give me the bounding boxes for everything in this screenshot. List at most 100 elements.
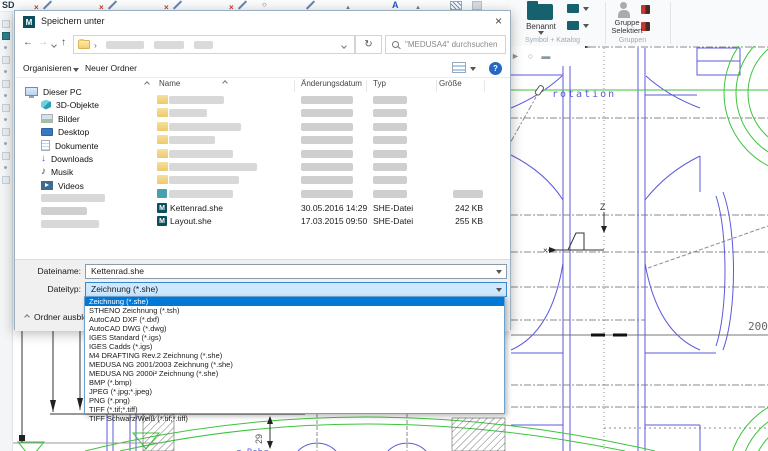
probe-tool-icon[interactable] (528, 51, 533, 61)
file-name: Kettenrad.she (170, 203, 223, 213)
sidebar-item-label: Bilder (58, 114, 80, 124)
select-tool-icon[interactable] (511, 51, 520, 61)
filetype-option[interactable]: AutoCAD DWG (*.dwg) (85, 324, 504, 333)
tool-icon[interactable] (2, 20, 10, 28)
circle-tool-icon[interactable] (262, 0, 267, 9)
tool-icon[interactable] (2, 68, 10, 76)
text-tool-icon[interactable] (392, 0, 399, 10)
sidebar-item-desktop[interactable]: Desktop (41, 125, 89, 138)
dialog-titlebar[interactable]: M Speichern unter × (15, 11, 510, 33)
filetype-option[interactable]: Zeichnung (*.she) (85, 297, 504, 306)
close-icon[interactable]: × (495, 14, 502, 28)
sidebar-item-videos[interactable]: Videos (41, 179, 84, 192)
blurred-row[interactable] (153, 107, 512, 120)
line-tool-icon[interactable] (306, 0, 315, 9)
group-selected-icon[interactable] (617, 2, 631, 18)
sidebar-item-music[interactable]: Musik (41, 165, 73, 178)
ruler-tool-icon[interactable] (541, 51, 550, 61)
blurred-row[interactable] (153, 148, 512, 161)
blurred-row[interactable] (153, 121, 512, 134)
breadcrumb[interactable]: › (73, 35, 355, 54)
search-box[interactable]: "MEDUSA4" durchsuchen (385, 35, 506, 54)
forward-button[interactable]: → (38, 37, 48, 48)
she-file-icon: M (157, 216, 167, 226)
up-button[interactable]: ↑ (61, 37, 66, 48)
sidebar-item-this-pc[interactable]: Dieser PC (25, 85, 82, 98)
tool-icon-active[interactable] (2, 32, 10, 40)
column-header-date[interactable]: Änderungsdatum (301, 79, 362, 93)
sidebar-item-documents[interactable]: Dokumente (41, 139, 98, 152)
tool-icon[interactable] (2, 116, 10, 124)
new-folder-button[interactable]: Neuer Ordner (85, 63, 137, 73)
hatch-tool-icon[interactable] (450, 1, 462, 10)
filename-input[interactable]: Kettenrad.she (85, 264, 507, 279)
tool-icon[interactable] (2, 164, 10, 172)
blurred-row[interactable] (153, 134, 512, 147)
chevron-down-icon[interactable] (470, 67, 476, 71)
tool-icon[interactable] (2, 152, 10, 160)
blurred-row[interactable] (153, 188, 512, 201)
sidebar-item-pictures[interactable]: Bilder (41, 112, 80, 125)
tool-icon[interactable] (2, 128, 10, 136)
file-list: Name Änderungsdatum Typ Größe (153, 79, 512, 259)
line-tool-icon[interactable] (108, 0, 117, 9)
filetype-option[interactable]: JPEG (*.jpg;*.jpeg) (85, 387, 504, 396)
breadcrumb-dropdown-icon[interactable] (341, 43, 347, 49)
blurred-row[interactable] (153, 161, 512, 174)
filetype-select[interactable]: Zeichnung (*.she) (85, 282, 507, 297)
column-divider[interactable] (294, 80, 295, 92)
area-tool-icon[interactable] (472, 1, 482, 10)
sidebar-item-downloads[interactable]: Downloads (41, 152, 93, 165)
view-mode-icon[interactable] (452, 62, 466, 73)
column-header-name[interactable]: Name (159, 79, 180, 93)
filetype-option[interactable]: MEDUSA NG 2001/2003 Zeichnung (*.she) (85, 360, 504, 369)
named-symbol-folder-icon[interactable] (527, 4, 553, 20)
tool-icon[interactable] (2, 56, 10, 64)
column-divider[interactable] (366, 80, 367, 92)
sidebar-item-label: 3D-Objekte (56, 100, 99, 110)
column-divider[interactable] (484, 80, 485, 92)
tool-icon[interactable] (2, 92, 10, 100)
filetype-option[interactable]: IGES Cadds (*.igs) (85, 342, 504, 351)
blurred-row[interactable] (153, 94, 512, 107)
catalog-tool-icon[interactable] (567, 21, 579, 30)
filetype-option[interactable]: IGES Standard (*.igs) (85, 333, 504, 342)
blurred-row[interactable] (153, 174, 512, 187)
chevron-down-icon[interactable] (583, 24, 589, 28)
file-row-kettenrad[interactable]: M Kettenrad.she 30.05.2016 14:29 SHE-Dat… (153, 202, 512, 215)
sidebar-item-3d-objects[interactable]: 3D-Objekte (41, 98, 99, 111)
chevron-down-icon[interactable] (496, 288, 502, 292)
tool-icon[interactable] (2, 44, 10, 52)
organize-button[interactable]: Organisieren (23, 63, 72, 73)
tool-icon[interactable] (2, 80, 10, 88)
refresh-button[interactable]: ↻ (355, 35, 382, 54)
help-button[interactable]: ? (489, 62, 502, 75)
line-tool-icon[interactable] (173, 0, 182, 9)
column-header-size[interactable]: Größe (439, 79, 462, 93)
line-tool-icon[interactable] (238, 0, 247, 9)
filetype-option[interactable]: BMP (*.bmp) (85, 378, 504, 387)
back-button[interactable]: ← (23, 37, 33, 48)
file-type: SHE-Datei (373, 203, 413, 213)
recent-locations-icon[interactable] (51, 42, 57, 48)
chevron-down-icon[interactable] (496, 270, 502, 274)
benannt-button[interactable]: Benannt (509, 22, 573, 31)
file-row-layout[interactable]: M Layout.she 17.03.2015 09:50 SHE-Datei … (153, 215, 512, 228)
tool-icon[interactable] (2, 176, 10, 184)
column-divider[interactable] (436, 80, 437, 92)
filetype-option[interactable]: STHENO Zeichnung (*.tsh) (85, 306, 504, 315)
filetype-option[interactable]: AutoCAD DXF (*.dxf) (85, 315, 504, 324)
scroll-up-icon[interactable] (144, 81, 150, 87)
column-header-type[interactable]: Typ (373, 79, 386, 93)
chevron-down-icon[interactable] (583, 7, 589, 11)
line-tool-icon[interactable] (43, 0, 52, 9)
add-group-icon[interactable] (641, 5, 650, 14)
filetype-option[interactable]: MEDUSA NG 2000i² Zeichnung (*.she) (85, 369, 504, 378)
filetype-option[interactable]: M4 DRAFTING Rev.2 Zeichnung (*.she) (85, 351, 504, 360)
filetype-option[interactable]: TIFF Schwarz/Weiß (*.tif;*.tiff) (85, 414, 504, 423)
symbol-tool-icon[interactable] (567, 4, 579, 13)
filetype-option[interactable]: PNG (*.png) (85, 396, 504, 405)
tool-icon[interactable] (2, 104, 10, 112)
tool-icon[interactable] (2, 140, 10, 148)
filetype-option[interactable]: TIFF (*.tif;*.tiff) (85, 405, 504, 414)
